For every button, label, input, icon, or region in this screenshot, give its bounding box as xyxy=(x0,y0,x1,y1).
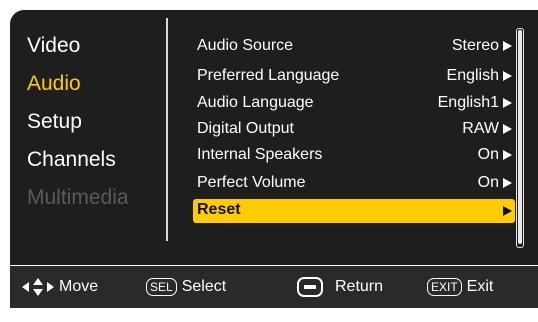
return-key-icon xyxy=(297,277,323,297)
arrow-right-icon xyxy=(503,150,512,160)
exit-label: Exit xyxy=(466,278,494,295)
menu-item-value: On xyxy=(477,146,499,163)
scrollbar[interactable] xyxy=(516,28,524,248)
arrow-right-icon xyxy=(503,206,512,216)
select-label: Select xyxy=(181,278,227,295)
hint-move: Move xyxy=(22,276,98,298)
menu-item-value: English xyxy=(446,67,499,84)
menu-item-audio-language[interactable]: Audio Language English1 xyxy=(193,92,515,114)
return-label: Return xyxy=(335,278,384,295)
arrow-right-icon xyxy=(503,98,512,108)
menu-item-value: RAW xyxy=(462,120,499,137)
hint-exit: EXIT Exit xyxy=(427,276,493,298)
category-channels[interactable]: Channels xyxy=(27,147,116,173)
menu-item-label: Audio Language xyxy=(197,94,314,111)
menu-item-reset[interactable]: Reset xyxy=(193,199,515,223)
tv-menu-screen: Video Audio Setup Channels Multimedia Au… xyxy=(0,0,538,322)
menu-item-value: English1 xyxy=(437,94,499,111)
category-multimedia: Multimedia xyxy=(27,186,129,209)
arrow-right-icon xyxy=(503,71,512,81)
exit-key-icon: EXIT xyxy=(427,278,462,296)
sel-key-icon: SEL xyxy=(146,278,177,296)
category-video[interactable]: Video xyxy=(27,33,80,59)
arrow-right-icon xyxy=(503,41,512,51)
menu-item-value: On xyxy=(477,174,499,191)
category-setup[interactable]: Setup xyxy=(27,109,82,135)
menu-item-label: Digital Output xyxy=(197,120,294,137)
move-arrows-icon xyxy=(22,278,54,296)
menu-item-value: Stereo xyxy=(451,37,499,54)
arrow-right-icon xyxy=(503,124,512,134)
menu-item-label: Audio Source xyxy=(197,37,294,54)
hint-select: SEL Select xyxy=(146,276,226,298)
scrollbar-thumb[interactable] xyxy=(518,30,522,244)
menu-item-digital-output[interactable]: Digital Output RAW xyxy=(193,118,515,140)
arrow-right-icon xyxy=(503,178,512,188)
hint-return: Return xyxy=(297,276,383,298)
menu-item-label: Preferred Language xyxy=(197,67,340,84)
menu-item-label: Internal Speakers xyxy=(197,146,323,163)
column-divider xyxy=(166,18,168,241)
menu-item-internal-speakers[interactable]: Internal Speakers On xyxy=(193,144,515,166)
category-audio[interactable]: Audio xyxy=(27,71,81,97)
move-label: Move xyxy=(59,278,99,295)
menu-item-audio-source[interactable]: Audio Source Stereo xyxy=(193,35,515,57)
menu-item-label: Reset xyxy=(197,201,241,218)
menu-item-preferred-language[interactable]: Preferred Language English xyxy=(193,65,515,87)
menu-item-label: Perfect Volume xyxy=(197,174,306,191)
menu-item-perfect-volume[interactable]: Perfect Volume On xyxy=(193,172,515,194)
